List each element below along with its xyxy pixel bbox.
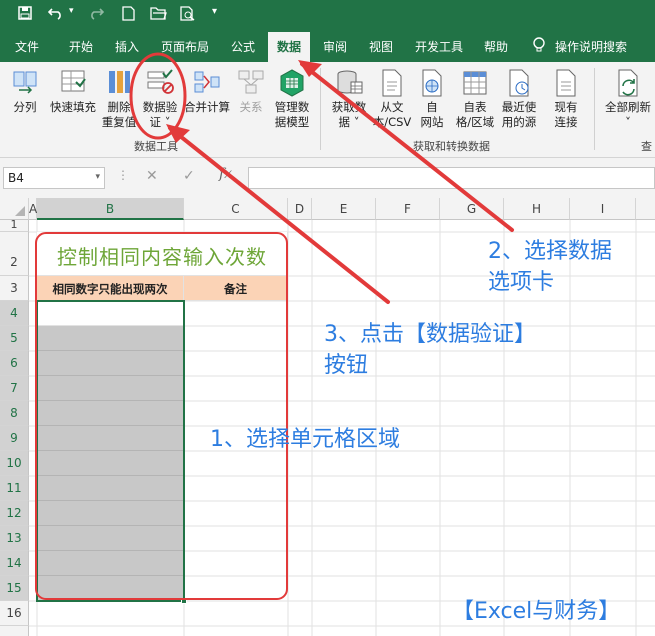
validation-circle <box>129 52 187 140</box>
annotation-overlay <box>129 52 514 304</box>
arrow-to-data-tab <box>300 62 514 232</box>
arrow-to-data-validation <box>168 126 390 304</box>
